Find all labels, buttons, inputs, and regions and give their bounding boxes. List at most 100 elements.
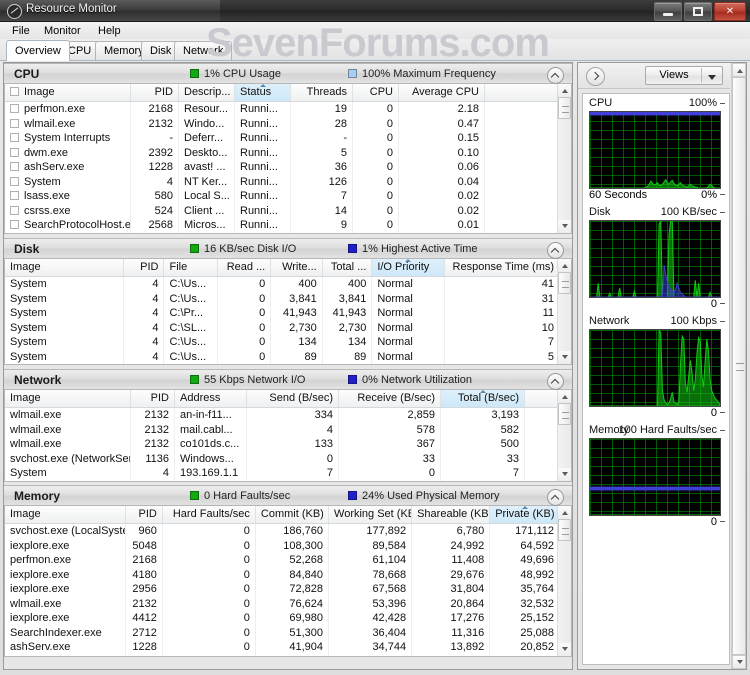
column-header-image[interactable]: Image xyxy=(5,390,131,407)
table-row[interactable]: wlmail.exe 2132 Windo... Runni... 28 0 0.47 xyxy=(5,116,571,131)
column-header-cpu[interactable]: CPU xyxy=(353,84,399,101)
row-checkbox[interactable] xyxy=(10,205,19,215)
column-header-send-b-sec[interactable]: Send (B/sec) xyxy=(247,390,339,407)
column-header-descrip[interactable]: Descrip... xyxy=(179,84,235,101)
menu-help[interactable]: Help xyxy=(92,24,127,38)
section-cpu-header[interactable]: CPU 1% CPU Usage 100% Maximum Frequency xyxy=(4,63,572,84)
select-all-checkbox[interactable] xyxy=(10,87,19,96)
scrollbar-thumb[interactable] xyxy=(732,77,746,655)
row-checkbox[interactable] xyxy=(10,162,19,171)
menu-file[interactable]: File xyxy=(6,24,36,38)
column-header-shareable-kb[interactable]: Shareable (KB) xyxy=(412,506,491,523)
maximize-button[interactable] xyxy=(684,2,712,21)
section-memory-collapse-icon[interactable] xyxy=(547,489,564,506)
column-header-hard-faults-sec[interactable]: Hard Faults/sec xyxy=(163,506,256,523)
table-scrollbar[interactable] xyxy=(557,84,571,233)
table-row[interactable]: csrss.exe 524 Client ... Runni... 14 0 0.02 xyxy=(5,203,571,218)
table-row[interactable]: iexplore.exe 2956 0 72,828 67,568 31,804 35,76… xyxy=(5,582,571,597)
scroll-up-icon[interactable] xyxy=(558,506,571,519)
column-header-commit-kb[interactable]: Commit (KB) xyxy=(256,506,330,523)
column-header-image[interactable]: Image xyxy=(5,506,127,523)
column-header-response-time-ms[interactable]: Response Time (ms) xyxy=(445,259,561,276)
table-row[interactable]: System 4 193.169.1.1 7 0 7 xyxy=(5,466,571,481)
sidebar-scrollbar[interactable] xyxy=(731,63,746,669)
column-header-threads[interactable]: Threads xyxy=(291,84,353,101)
section-disk-collapse-icon[interactable] xyxy=(547,242,564,259)
table-row[interactable]: System 4 NT Ker... Runni... 126 0 0.04 xyxy=(5,174,571,189)
table-row[interactable]: lsass.exe 580 Local S... Runni... 7 0 0.02 xyxy=(5,189,571,204)
column-header-pid[interactable]: PID xyxy=(131,390,175,407)
scroll-down-icon[interactable] xyxy=(732,655,746,669)
scrollbar-thumb[interactable] xyxy=(558,97,571,119)
column-header-image[interactable]: Image xyxy=(5,259,125,276)
section-network-header[interactable]: Network 55 Kbps Network I/O 0% Network U… xyxy=(4,369,572,390)
row-checkbox[interactable] xyxy=(10,220,19,229)
table-row[interactable]: perfmon.exe 2168 0 52,268 61,104 11,408 49,696 xyxy=(5,553,571,568)
table-row[interactable]: System 4 C:\Us... 0 400 400 Normal 41 xyxy=(5,277,571,292)
row-checkbox[interactable] xyxy=(10,191,19,200)
scroll-up-icon[interactable] xyxy=(558,390,571,403)
row-checkbox[interactable] xyxy=(10,104,19,113)
column-header-private-kb[interactable]: Private (KB) xyxy=(490,506,561,523)
table-row[interactable]: svchost.exe (secsvcs)3104Host Pr...Runni… xyxy=(5,232,571,233)
row-checkbox[interactable] xyxy=(10,176,19,186)
scroll-up-icon[interactable] xyxy=(558,84,571,97)
scroll-down-icon[interactable] xyxy=(558,643,571,656)
column-header-average-cpu[interactable]: Average CPU xyxy=(399,84,485,101)
column-header-pid[interactable]: PID xyxy=(124,259,165,276)
table-row[interactable]: iexplore.exe 4180 0 84,840 78,668 29,676 48,99… xyxy=(5,567,571,582)
table-row[interactable]: ashServ.exe 1228 0 41,904 34,744 13,892 20,852 xyxy=(5,640,571,655)
table-row[interactable]: iexplore.exe 5048 0 108,300 89,584 24,992 64,5… xyxy=(5,538,571,553)
section-network-collapse-icon[interactable] xyxy=(547,373,564,390)
table-scrollbar[interactable] xyxy=(557,390,571,481)
table-row[interactable]: ashServ.exe 1228 avast! ... Runni... 36 0 0.06 xyxy=(5,160,571,175)
table-row[interactable]: wlmail.exe 2132 an-in-f11... 334 2,859 3,193 xyxy=(5,408,571,423)
scrollbar-thumb[interactable] xyxy=(558,272,571,294)
column-header-image[interactable]: Image xyxy=(5,84,131,101)
table-row[interactable]: System Interrupts - Deferr... Runni... -0 0.1… xyxy=(5,131,571,146)
table-scrollbar[interactable] xyxy=(557,506,571,656)
table-row[interactable]: iexplore.exe 4412 0 69,980 42,428 17,276 25,15… xyxy=(5,611,571,626)
close-button[interactable]: ✕ xyxy=(714,2,746,21)
menu-monitor[interactable]: Monitor xyxy=(38,24,87,38)
table-row[interactable]: System 4 C:\SL... 0 2,730 2,730 Normal 10 xyxy=(5,320,571,335)
table-row[interactable]: System4C:\Us...0134134Normal5 xyxy=(5,364,571,365)
table-row[interactable]: System 4 C:\Us... 0 3,841 3,841 Normal 31 xyxy=(5,291,571,306)
column-header-pid[interactable]: PID xyxy=(131,84,179,101)
table-row[interactable]: SearchProtocolHost.exe 2568 Micros... Runni… xyxy=(5,218,571,233)
table-row[interactable]: explorer.exe3452066,08834,00416,72818,10… xyxy=(5,654,571,656)
column-header-total-b-sec[interactable]: Total (B/sec) xyxy=(441,390,525,407)
column-header-receive-b-sec[interactable]: Receive (B/sec) xyxy=(339,390,441,407)
scroll-down-icon[interactable] xyxy=(558,351,571,364)
row-checkbox[interactable] xyxy=(10,147,19,157)
table-row[interactable]: svchost.exe (NetworkService)1136Windows.… xyxy=(5,451,571,466)
scroll-down-icon[interactable] xyxy=(558,468,571,481)
table-row[interactable]: perfmon.exe 2168 Resour... Runni... 19 0 2.18 xyxy=(5,102,571,117)
table-row[interactable]: SearchIndexer.exe 2712 0 51,300 36,404 11,316… xyxy=(5,625,571,640)
tab-network[interactable]: Network xyxy=(174,41,233,60)
section-memory-header[interactable]: Memory 0 Hard Faults/sec 24% Used Physic… xyxy=(4,485,572,506)
minimize-button[interactable] xyxy=(654,2,682,21)
scrollbar-thumb[interactable] xyxy=(558,403,571,425)
scroll-up-icon[interactable] xyxy=(558,259,571,272)
table-row[interactable]: System 4 C:\Us... 0 134 134 Normal 7 xyxy=(5,335,571,350)
table-row[interactable]: wlmail.exe 2132 co101ds.c... 133 367 500 xyxy=(5,437,571,452)
column-header-status[interactable]: Status xyxy=(235,84,291,101)
table-row[interactable]: wlmail.exe 2132 0 76,624 53,396 20,864 32,532 xyxy=(5,596,571,611)
views-button[interactable]: Views xyxy=(645,66,723,85)
table-row[interactable]: System 4 C:\Pr... 0 41,943 41,943 Normal 11 xyxy=(5,306,571,321)
column-header-i-o-priority[interactable]: I/O Priority xyxy=(372,259,445,276)
column-header-read[interactable]: Read ... xyxy=(218,259,272,276)
scrollbar-thumb[interactable] xyxy=(558,519,571,541)
section-cpu-collapse-icon[interactable] xyxy=(547,67,564,84)
column-header-pid[interactable]: PID xyxy=(126,506,163,523)
table-row[interactable]: System 4 C:\Us... 0 89 89 Normal 5 xyxy=(5,349,571,364)
table-row[interactable]: wlmail.exe 2132 mail.cabl... 4 578 582 xyxy=(5,422,571,437)
row-checkbox[interactable] xyxy=(10,118,19,128)
column-header-file[interactable]: File xyxy=(164,259,218,276)
section-disk-header[interactable]: Disk 16 KB/sec Disk I/O 1% Highest Activ… xyxy=(4,238,572,259)
row-checkbox[interactable] xyxy=(10,133,19,142)
table-row[interactable]: svchost.exe (LocalSystemNetwo...9600186,… xyxy=(5,524,571,539)
column-header-total[interactable]: Total ... xyxy=(323,259,373,276)
column-header-write[interactable]: Write... xyxy=(271,259,323,276)
